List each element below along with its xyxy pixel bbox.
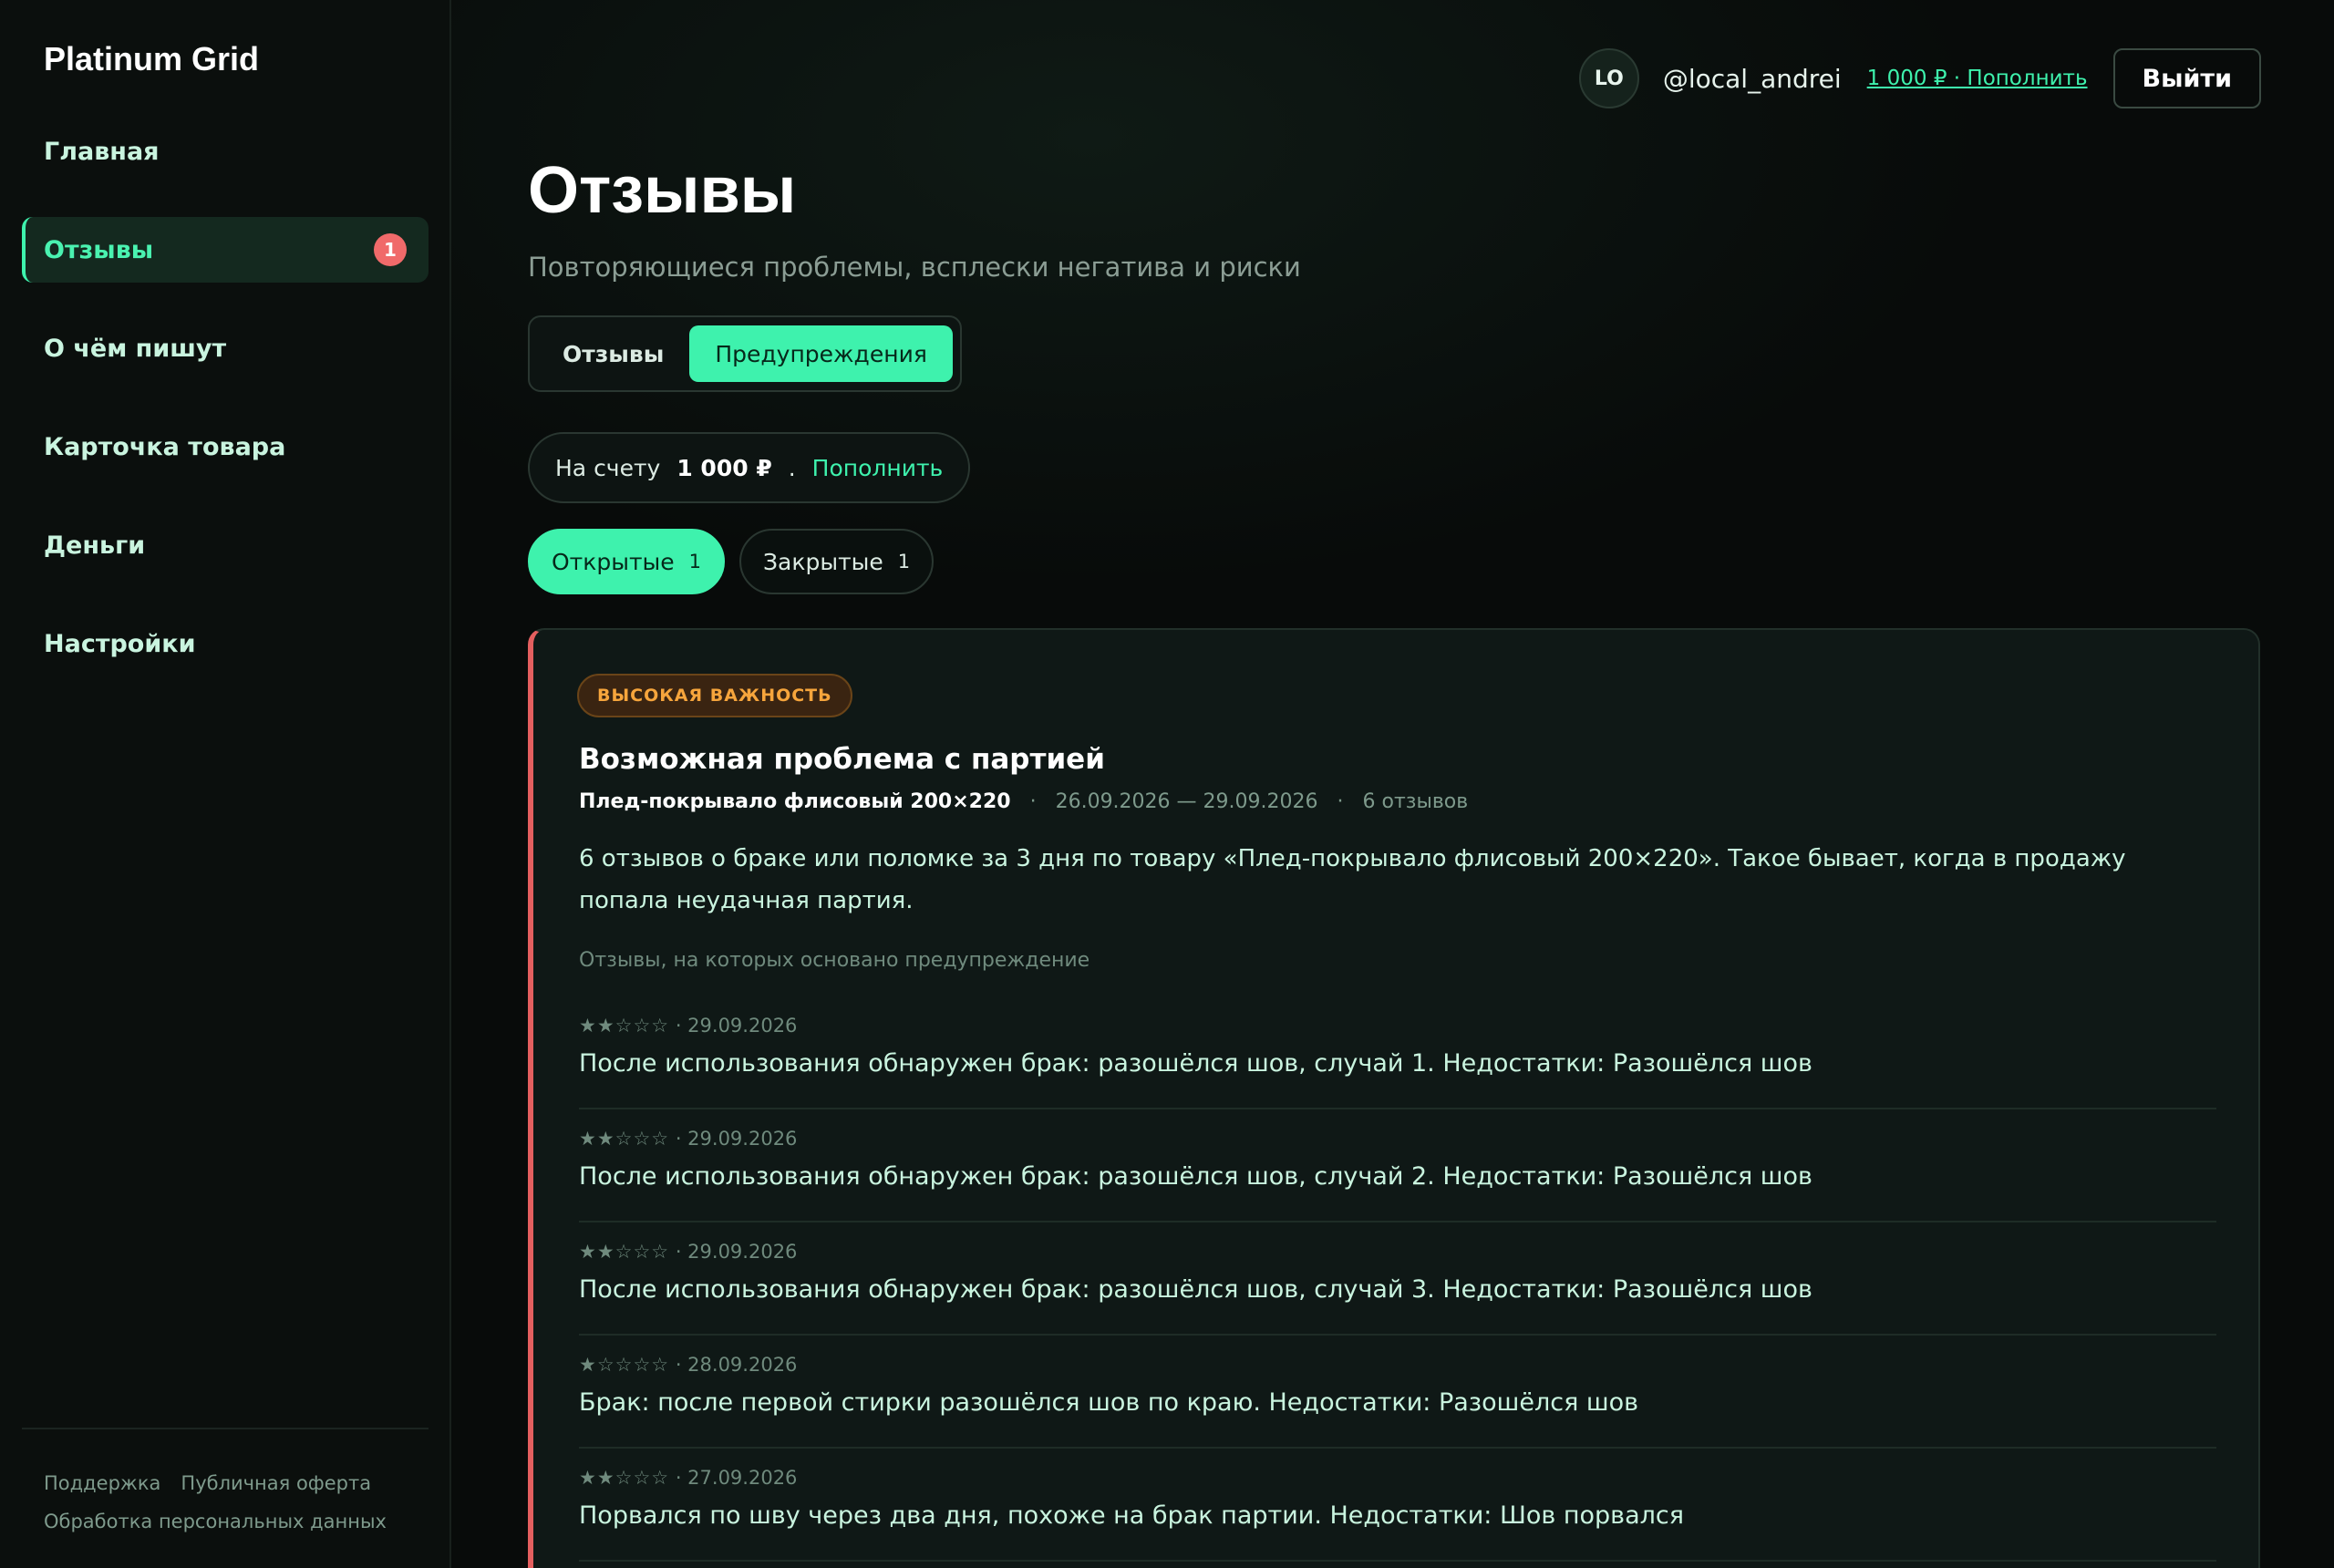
rating-stars: ★☆☆☆☆ [579, 1354, 670, 1376]
support-link[interactable]: Поддержка [44, 1472, 160, 1494]
alert-period: 26.09.2026 — 29.09.2026 [1055, 790, 1318, 813]
review-meta: ★★☆☆☆ · 29.09.2026 [579, 1128, 2216, 1159]
review-date: · 29.09.2026 [675, 1241, 798, 1263]
sidebar-item-label: Карточка товара [44, 432, 286, 461]
status-filters: Открытые 1 Закрытые 1 [528, 529, 948, 594]
rating-stars: ★★☆☆☆ [579, 1241, 670, 1263]
alert-review-count: 6 отзывов [1362, 790, 1469, 813]
review-date: · 29.09.2026 [675, 1015, 798, 1037]
alert-title: Возможная проблема с партией [579, 743, 1105, 776]
sidebar: Platinum Grid Главная Отзывы 1 О чём пиш… [0, 0, 451, 1568]
sidebar-item-reviews[interactable]: Отзывы 1 [22, 217, 429, 283]
page-title: Отзывы [528, 154, 797, 227]
main-content: LO @local_andrei 1 000 ₽ · Пополнить Вый… [451, 0, 2334, 1568]
alert-meta: Плед-покрывало флисовый 200×220 · 26.09.… [579, 790, 1468, 813]
filter-count: 1 [688, 551, 702, 573]
list-item[interactable]: ★★☆☆☆ · 29.09.2026 После использования о… [579, 1109, 2216, 1222]
review-meta: ★★☆☆☆ · 29.09.2026 [579, 1241, 2216, 1272]
meta-separator: · [1029, 790, 1037, 813]
app-root: Platinum Grid Главная Отзывы 1 О чём пиш… [0, 0, 2334, 1568]
topbar: LO @local_andrei 1 000 ₽ · Пополнить Вый… [1578, 47, 2261, 109]
tab-reviews[interactable]: Отзывы [537, 325, 689, 382]
list-item[interactable]: ★☆☆☆☆ · 28.09.2026 Брак: после первой ст… [579, 1336, 2216, 1449]
sidebar-nav: Главная Отзывы 1 О чём пишут Карточка то… [22, 119, 429, 709]
sidebar-item-label: Деньги [44, 531, 146, 560]
meta-separator: · [1337, 790, 1344, 813]
review-text: После использования обнаружен брак: разо… [579, 1162, 1812, 1191]
sidebar-item-mentions[interactable]: О чём пишут [22, 315, 429, 381]
filter-label: Открытые [552, 548, 675, 575]
review-meta: ★☆☆☆☆ · 28.09.2026 [579, 1354, 2216, 1385]
filter-closed[interactable]: Закрытые 1 [739, 529, 935, 594]
alert-product: Плед-покрывало флисовый 200×220 [579, 790, 1011, 813]
alert-card: ВЫСОКАЯ ВАЖНОСТЬ Возможная проблема с па… [528, 628, 2260, 1568]
filter-count: 1 [897, 551, 911, 573]
review-text: После использования обнаружен брак: разо… [579, 1049, 1812, 1078]
review-text: Порвался по шву через два дня, похоже на… [579, 1501, 1684, 1530]
privacy-link[interactable]: Обработка персональных данных [44, 1511, 387, 1532]
balance-separator: . [788, 454, 796, 481]
review-list: ★★☆☆☆ · 29.09.2026 После использования о… [579, 996, 2216, 1562]
notification-badge: 1 [374, 233, 407, 266]
rating-stars: ★★☆☆☆ [579, 1015, 670, 1037]
brand-logo: Platinum Grid [44, 40, 260, 77]
sidebar-item-money[interactable]: Деньги [22, 512, 429, 578]
sidebar-footer: Поддержка Публичная оферта Обработка перс… [22, 1428, 429, 1541]
review-date: · 29.09.2026 [675, 1128, 798, 1150]
review-text: Брак: после первой стирки разошёлся шов … [579, 1388, 1639, 1417]
balance-amount: 1 000 ₽ [676, 454, 772, 481]
filter-open[interactable]: Открытые 1 [528, 529, 726, 594]
balance-pill: На счету 1 000 ₽ . Пополнить [528, 432, 971, 503]
sidebar-item-settings[interactable]: Настройки [22, 611, 429, 676]
balance-label: На счету [555, 454, 661, 481]
topup-link[interactable]: Пополнить [812, 455, 944, 481]
sidebar-item-product-card[interactable]: Карточка товара [22, 414, 429, 480]
balance-topup-link[interactable]: 1 000 ₽ · Пополнить [1867, 67, 2088, 90]
page-subtitle: Повторяющиеся проблемы, всплески негатив… [528, 252, 1301, 283]
rating-stars: ★★☆☆☆ [579, 1128, 670, 1150]
sidebar-item-label: О чём пишут [44, 334, 227, 363]
public-offer-link[interactable]: Публичная оферта [181, 1472, 371, 1494]
review-date: · 27.09.2026 [675, 1467, 798, 1489]
avatar[interactable]: LO [1578, 48, 1639, 108]
review-text: После использования обнаружен брак: разо… [579, 1275, 1812, 1304]
sidebar-item-home[interactable]: Главная [22, 119, 429, 184]
list-item[interactable]: ★★☆☆☆ · 29.09.2026 После использования о… [579, 1222, 2216, 1336]
review-date: · 28.09.2026 [675, 1354, 798, 1376]
rating-stars: ★★☆☆☆ [579, 1467, 670, 1489]
tab-warnings[interactable]: Предупреждения [689, 325, 953, 382]
sidebar-item-label: Отзывы [44, 235, 154, 264]
list-item[interactable]: ★★☆☆☆ · 29.09.2026 После использования о… [579, 996, 2216, 1109]
view-switcher: Отзывы Предупреждения [528, 315, 962, 392]
filter-label: Закрытые [763, 548, 883, 575]
alert-description: 6 отзывов о браке или поломке за 3 дня п… [579, 845, 2126, 914]
basis-label: Отзывы, на которых основано предупрежден… [579, 949, 1090, 972]
severity-badge: ВЫСОКАЯ ВАЖНОСТЬ [577, 674, 852, 717]
sidebar-item-label: Главная [44, 137, 160, 166]
review-meta: ★★☆☆☆ · 27.09.2026 [579, 1467, 2216, 1498]
sidebar-item-label: Настройки [44, 629, 196, 658]
username: @local_andrei [1662, 63, 1842, 94]
logout-button[interactable]: Выйти [2112, 48, 2261, 108]
review-meta: ★★☆☆☆ · 29.09.2026 [579, 1015, 2216, 1046]
list-item[interactable]: ★★☆☆☆ · 27.09.2026 Порвался по шву через… [579, 1449, 2216, 1562]
